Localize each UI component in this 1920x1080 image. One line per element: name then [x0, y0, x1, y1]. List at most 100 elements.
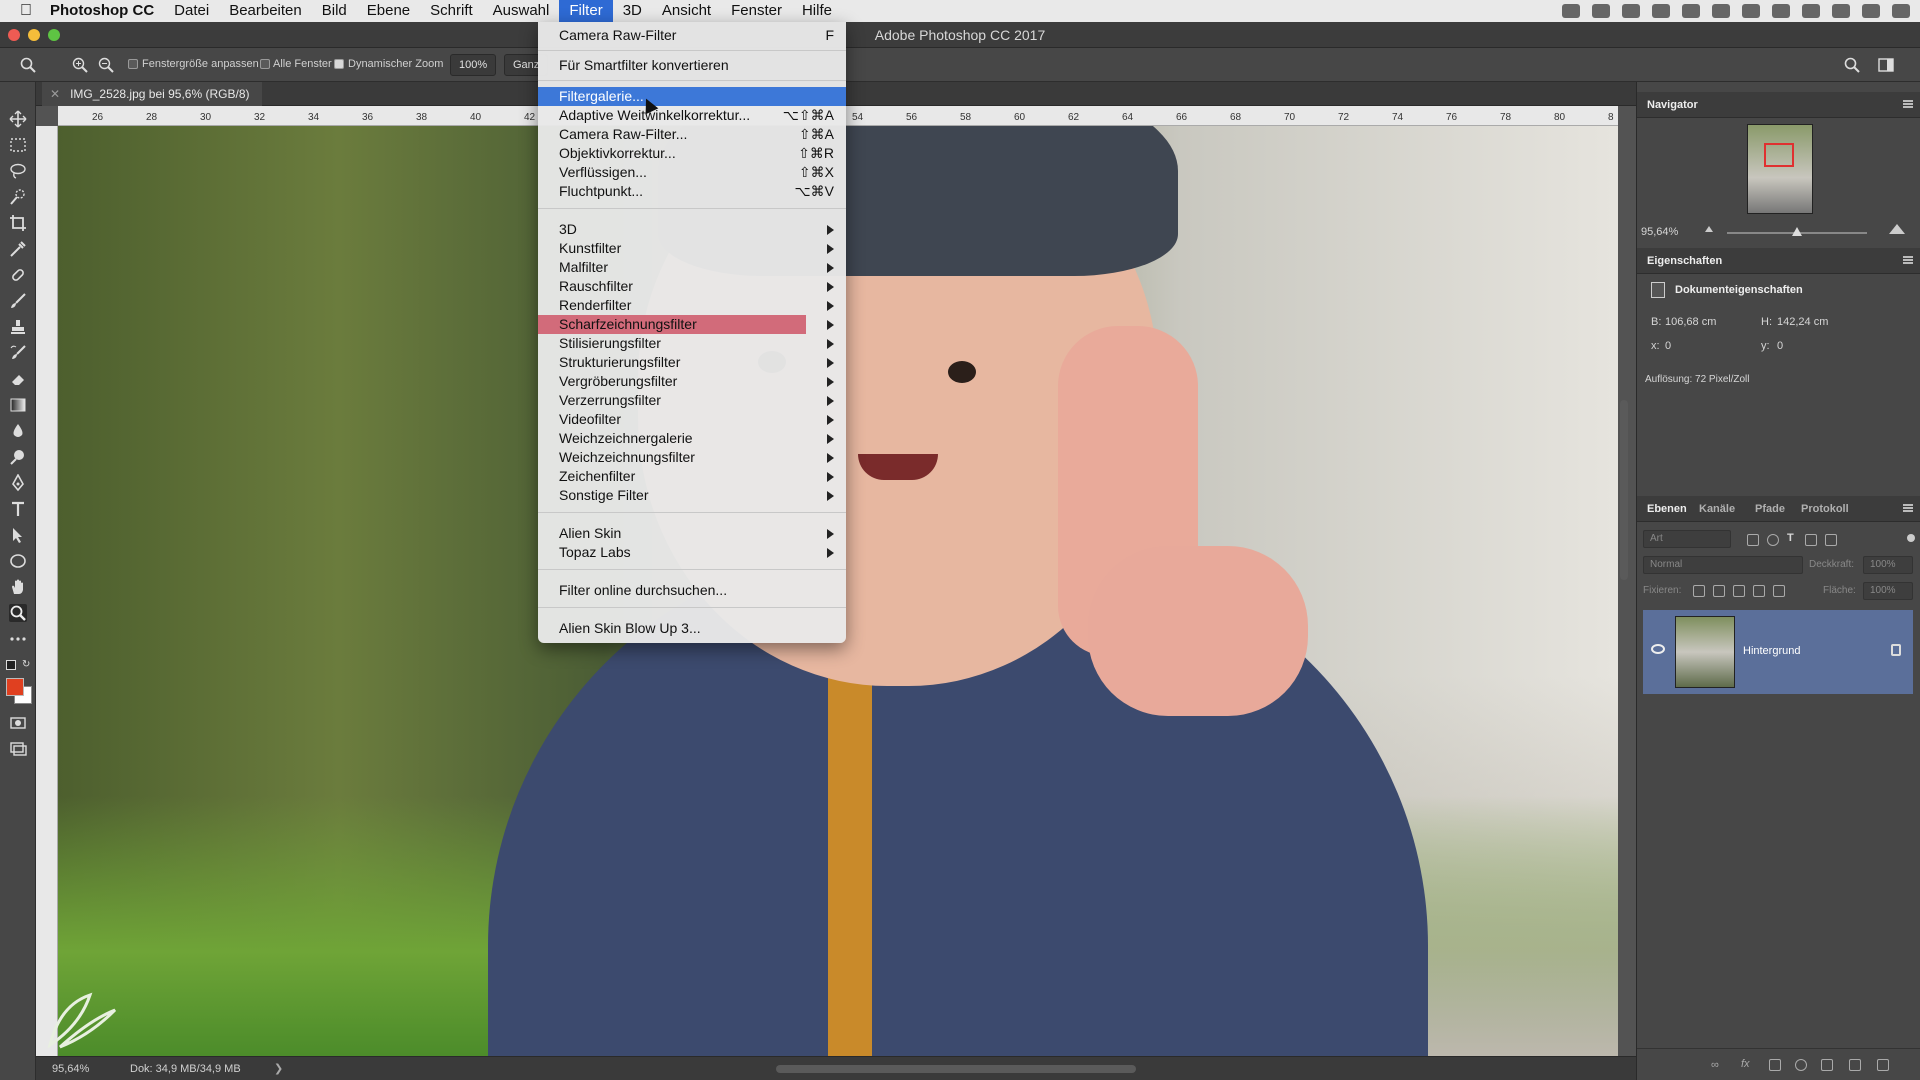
ellipse-tool-icon[interactable]: [9, 552, 27, 570]
menu-item-sonstige-filter[interactable]: Sonstige Filter: [538, 486, 846, 505]
menu-item-verzerrungsfilter[interactable]: Verzerrungsfilter: [538, 391, 846, 410]
zoom-tool-icon[interactable]: [20, 57, 36, 73]
blend-mode-select[interactable]: Normal: [1643, 556, 1803, 574]
x-value[interactable]: 0: [1665, 340, 1671, 352]
width-value[interactable]: 106,68 cm: [1665, 316, 1716, 328]
marquee-tool-icon[interactable]: [9, 136, 27, 154]
menu-item-verfluessigen[interactable]: Verflüssigen... ⇧⌘X: [538, 163, 846, 182]
menu-item-filter-online[interactable]: Filter online durchsuchen...: [538, 581, 846, 600]
menu-item-objektivkorrektur[interactable]: Objektivkorrektur... ⇧⌘R: [538, 144, 846, 163]
hand-tool-icon[interactable]: [9, 578, 27, 596]
layer-lock-icon[interactable]: [1891, 644, 1901, 656]
spotlight-icon[interactable]: [1832, 4, 1850, 18]
menu-hilfe[interactable]: Hilfe: [792, 0, 842, 22]
sync-icon[interactable]: [1682, 4, 1700, 18]
new-group-icon[interactable]: [1821, 1059, 1833, 1071]
menu-fenster[interactable]: Fenster: [721, 0, 792, 22]
new-adjustment-layer-icon[interactable]: [1795, 1059, 1807, 1071]
menu-item-smartfilter[interactable]: Für Smartfilter konvertieren: [538, 56, 846, 75]
fill-field[interactable]: 100%: [1863, 582, 1913, 600]
path-selection-tool-icon[interactable]: [9, 526, 27, 544]
zoom-100-button[interactable]: 100%: [450, 54, 497, 76]
menu-item-rauschfilter[interactable]: Rauschfilter: [538, 277, 846, 296]
app-icon[interactable]: [1652, 4, 1670, 18]
opacity-field[interactable]: 100%: [1863, 556, 1913, 574]
search-icon[interactable]: [1844, 57, 1860, 73]
menu-item-topaz-labs[interactable]: Topaz Labs: [538, 543, 846, 562]
filter-toggle-icon[interactable]: [1907, 534, 1915, 542]
menu-item-filtergalerie[interactable]: Filtergalerie...: [538, 87, 846, 106]
horizontal-scrollbar[interactable]: [776, 1065, 1136, 1073]
navigator-zoom-value[interactable]: 95,64%: [1641, 226, 1678, 238]
cloud-icon[interactable]: [1592, 4, 1610, 18]
status-menu-arrow[interactable]: ❯: [274, 1062, 283, 1075]
workspace-icon[interactable]: [1878, 57, 1894, 73]
filter-adjustment-icon[interactable]: [1767, 534, 1779, 546]
zoom-out-icon[interactable]: [98, 57, 114, 73]
layer-filter-select[interactable]: Art: [1643, 530, 1731, 548]
history-brush-tool-icon[interactable]: [9, 344, 27, 362]
filter-pixel-icon[interactable]: [1747, 534, 1759, 546]
tab-protokoll[interactable]: Protokoll: [1801, 503, 1849, 515]
brush-tool-icon[interactable]: [9, 292, 27, 310]
quick-mask-icon[interactable]: [9, 714, 27, 732]
menu-item-malfilter[interactable]: Malfilter: [538, 258, 846, 277]
vertical-ruler[interactable]: [36, 126, 58, 1056]
new-layer-icon[interactable]: [1849, 1059, 1861, 1071]
clone-stamp-tool-icon[interactable]: [9, 318, 27, 336]
default-colors-icon[interactable]: [6, 660, 16, 670]
foreground-color-swatch[interactable]: [6, 678, 24, 696]
menu-app[interactable]: Photoshop CC: [40, 0, 164, 22]
dodge-tool-icon[interactable]: [9, 448, 27, 466]
quick-selection-tool-icon[interactable]: [9, 188, 27, 206]
add-mask-icon[interactable]: [1769, 1059, 1781, 1071]
crop-tool-icon[interactable]: [9, 214, 27, 232]
apple-icon[interactable]: : [12, 2, 40, 20]
layer-style-icon[interactable]: fx: [1741, 1058, 1750, 1070]
menu-item-stilisierungsfilter[interactable]: Stilisierungsfilter: [538, 334, 846, 353]
menu-item-kunstfilter[interactable]: Kunstfilter: [538, 239, 846, 258]
menu-item-alien-skin[interactable]: Alien Skin: [538, 524, 846, 543]
record-icon[interactable]: [1562, 4, 1580, 18]
more-tools-icon[interactable]: [9, 630, 27, 648]
pen-tool-icon[interactable]: [9, 473, 27, 492]
eraser-tool-icon[interactable]: [9, 370, 27, 388]
eyedropper-tool-icon[interactable]: [9, 240, 27, 258]
navigator-tab[interactable]: Navigator: [1647, 99, 1698, 111]
vertical-scrollbar[interactable]: [1620, 400, 1628, 580]
menu-3d[interactable]: 3D: [613, 0, 652, 22]
menu-ansicht[interactable]: Ansicht: [652, 0, 721, 22]
menu-schrift[interactable]: Schrift: [420, 0, 483, 22]
lock-pixels-icon[interactable]: [1713, 585, 1725, 597]
fit-window-checkbox[interactable]: [128, 59, 138, 69]
tab-pfade[interactable]: Pfade: [1755, 503, 1785, 515]
lock-all-icon[interactable]: [1773, 585, 1785, 597]
y-value[interactable]: 0: [1777, 340, 1783, 352]
tab-ebenen[interactable]: Ebenen: [1647, 503, 1687, 515]
panel-menu-icon[interactable]: [1903, 504, 1913, 512]
document-tab[interactable]: ✕ IMG_2528.jpg bei 95,6% (RGB/8): [42, 82, 262, 106]
menu-item-alien-skin-blow-up[interactable]: Alien Skin Blow Up 3...: [538, 619, 846, 638]
properties-tab[interactable]: Eigenschaften: [1647, 255, 1722, 267]
menu-item-weichzeichnungsfilter[interactable]: Weichzeichnungsfilter: [538, 448, 846, 467]
lock-transparent-icon[interactable]: [1693, 585, 1705, 597]
menu-item-3d[interactable]: 3D: [538, 220, 846, 239]
menu-ebene[interactable]: Ebene: [357, 0, 420, 22]
layer-name[interactable]: Hintergrund: [1743, 645, 1800, 657]
tab-kanaele[interactable]: Kanäle: [1699, 503, 1735, 515]
dynamic-zoom-checkbox[interactable]: [334, 59, 344, 69]
move-tool-icon[interactable]: [9, 110, 27, 128]
zoom-out-mountain-icon[interactable]: [1705, 226, 1713, 232]
menu-datei[interactable]: Datei: [164, 0, 219, 22]
menu-item-adaptive-weitwinkel[interactable]: Adaptive Weitwinkelkorrektur... ⌥⇧⌘A: [538, 106, 846, 125]
navigator-view-box[interactable]: [1764, 143, 1794, 167]
type-tool-icon[interactable]: [9, 500, 27, 518]
bluetooth-icon[interactable]: [1742, 4, 1760, 18]
menu-bearbeiten[interactable]: Bearbeiten: [219, 0, 312, 22]
monitor-icon[interactable]: [1622, 4, 1640, 18]
visibility-eye-icon[interactable]: [1651, 644, 1665, 654]
delete-layer-icon[interactable]: [1877, 1059, 1889, 1071]
filter-shape-icon[interactable]: [1805, 534, 1817, 546]
navigator-zoom-knob[interactable]: [1792, 227, 1802, 236]
wifi-icon[interactable]: [1772, 4, 1790, 18]
